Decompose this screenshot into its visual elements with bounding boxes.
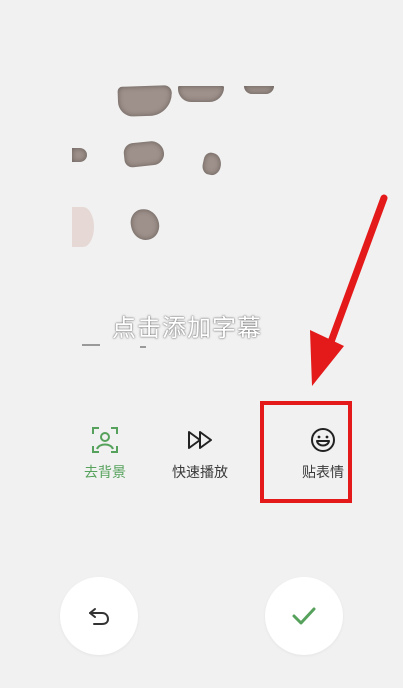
preview-mark <box>140 346 146 348</box>
annotation-highlight-box <box>260 401 352 503</box>
preview-shape <box>72 148 87 162</box>
annotation-arrow <box>310 194 388 386</box>
confirm-button[interactable] <box>265 577 343 655</box>
preview-shape <box>200 151 224 177</box>
check-icon <box>292 607 316 625</box>
preview-shape <box>117 85 173 117</box>
fast-play-label: 快速播放 <box>172 465 228 481</box>
preview-shape <box>72 207 94 247</box>
preview-shape <box>122 139 166 169</box>
remove-background-button[interactable]: 去背景 <box>60 420 150 482</box>
preview-shape <box>244 86 274 94</box>
undo-icon <box>89 608 110 625</box>
preview-shape <box>128 206 162 243</box>
preview-mark <box>82 344 100 346</box>
fast-forward-icon <box>188 431 212 449</box>
preview-shape <box>178 86 224 102</box>
remove-background-label: 去背景 <box>84 465 126 481</box>
add-caption-hint[interactable]: 点击添加字幕 <box>112 308 292 343</box>
undo-button[interactable] <box>60 577 138 655</box>
portrait-frame-icon <box>92 427 118 453</box>
fast-play-button[interactable]: 快速播放 <box>155 420 245 482</box>
